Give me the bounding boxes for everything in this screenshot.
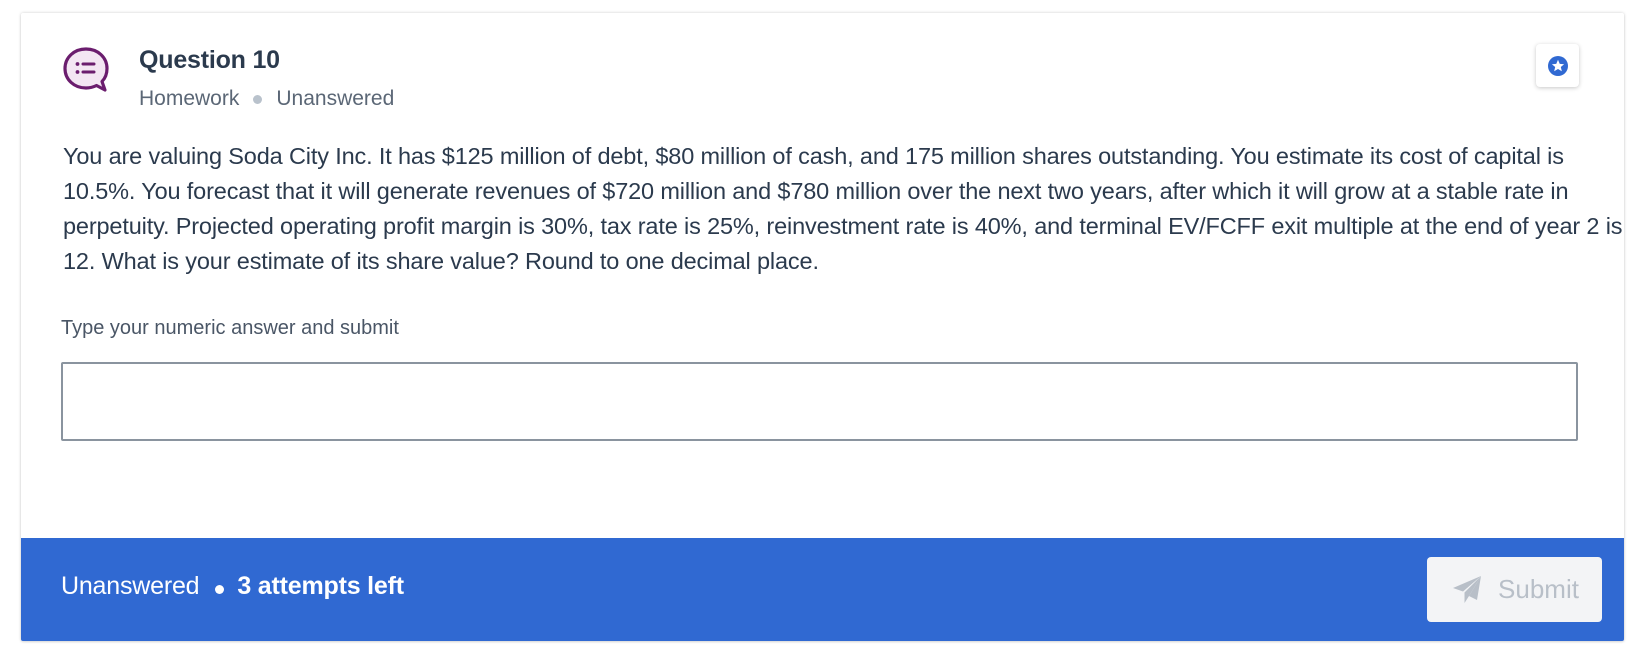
numeric-answer-input[interactable] bbox=[61, 362, 1578, 441]
answer-label: Type your numeric answer and submit bbox=[61, 317, 399, 339]
footer-bar: Unanswered 3 attempts left Submit bbox=[21, 538, 1624, 641]
bookmark-button[interactable] bbox=[1536, 44, 1579, 87]
footer-separator-dot bbox=[215, 585, 225, 594]
chat-list-icon bbox=[61, 45, 111, 95]
footer-status-text: Unanswered bbox=[61, 572, 200, 600]
submit-button[interactable]: Submit bbox=[1427, 557, 1602, 622]
footer-status: Unanswered 3 attempts left bbox=[61, 572, 404, 601]
question-text: You are valuing Soda City Inc. It has $1… bbox=[63, 143, 1623, 274]
attempts-left: 3 attempts left bbox=[237, 572, 404, 600]
star-badge-icon bbox=[1547, 55, 1569, 77]
question-title: Question 10 bbox=[139, 46, 280, 74]
submit-label: Submit bbox=[1498, 574, 1579, 604]
question-category: Homework bbox=[139, 87, 240, 110]
question-card: Question 10 Homework Unanswered You are … bbox=[21, 13, 1624, 641]
question-status: Unanswered bbox=[276, 87, 395, 110]
meta-separator-dot bbox=[253, 94, 263, 104]
paper-plane-icon bbox=[1450, 573, 1484, 607]
question-meta: Homework Unanswered bbox=[139, 87, 394, 111]
